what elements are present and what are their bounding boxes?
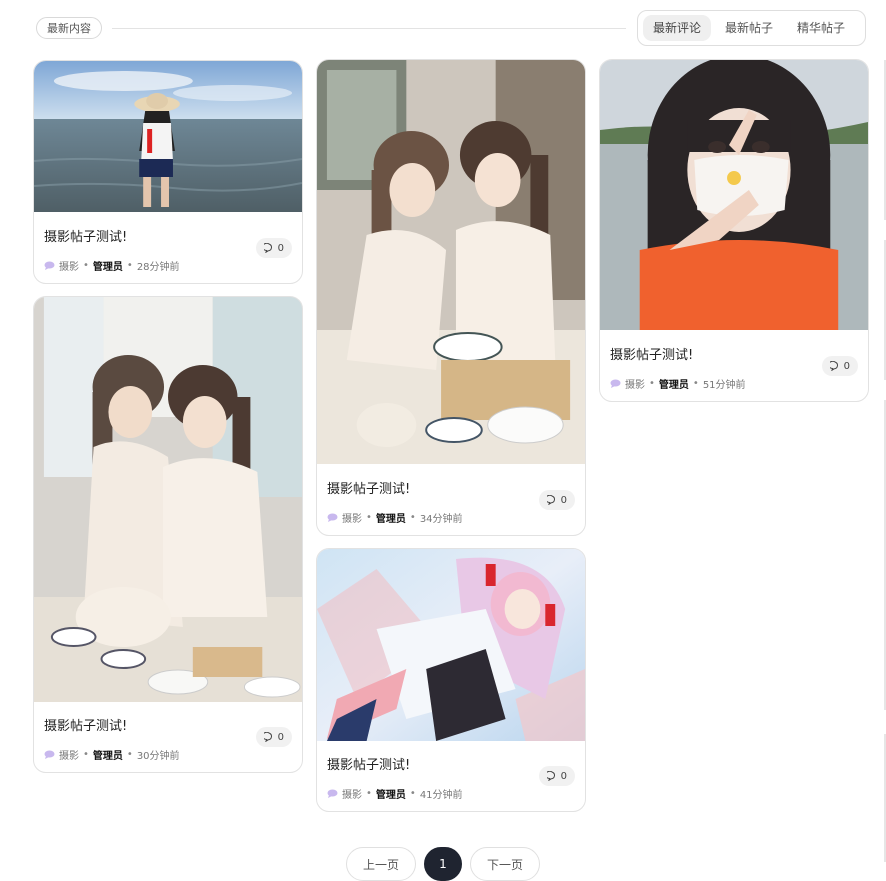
post-image[interactable] <box>34 61 302 212</box>
post-meta: 摄影 • 管理员 • 30分钟前 <box>44 747 180 762</box>
separator: • <box>83 260 89 271</box>
post-category[interactable]: 摄影 <box>625 376 645 391</box>
post-title[interactable]: 摄影帖子测试! <box>44 715 127 734</box>
post-author[interactable]: 管理员 <box>93 258 123 273</box>
comment-count[interactable]: 0 <box>538 490 575 510</box>
comment-count-value: 0 <box>277 242 284 254</box>
post-image[interactable] <box>34 297 302 702</box>
post-author[interactable]: 管理员 <box>376 786 406 801</box>
comment-count-value: 0 <box>560 770 567 782</box>
separator: • <box>126 260 133 271</box>
chat-bubble-icon <box>44 750 55 759</box>
comment-bubble-icon <box>829 361 838 371</box>
comment-count[interactable]: 0 <box>821 356 858 376</box>
post-card[interactable]: 摄影帖子测试! 0 摄影 • 管理员 • 34分钟前 <box>316 59 586 536</box>
post-time: 30分钟前 <box>136 751 180 762</box>
post-card[interactable]: 摄影帖子测试! 0 摄影 • 管理员 • 51分钟前 <box>599 59 869 402</box>
comment-bubble-icon <box>263 732 272 742</box>
post-card[interactable]: 摄影帖子测试! 0 摄影 • 管理员 • 30分钟前 <box>33 296 303 773</box>
separator: • <box>409 512 416 523</box>
comment-count[interactable]: 0 <box>538 766 575 786</box>
post-meta: 摄影 • 管理员 • 51分钟前 <box>610 376 746 391</box>
chat-bubble-icon <box>610 379 621 388</box>
post-category[interactable]: 摄影 <box>59 258 79 273</box>
separator: • <box>649 378 655 389</box>
post-card[interactable]: 摄影帖子测试! 0 摄影 • 管理员 • 41分钟前 <box>316 548 586 812</box>
chat-bubble-icon <box>327 789 338 798</box>
tab-latest-comments[interactable]: 最新评论 <box>643 15 712 41</box>
post-time: 34分钟前 <box>419 514 463 525</box>
post-meta: 摄影 • 管理员 • 28分钟前 <box>44 258 180 273</box>
tab-latest-posts[interactable]: 最新帖子 <box>715 15 783 41</box>
post-category[interactable]: 摄影 <box>59 747 79 762</box>
post-title[interactable]: 摄影帖子测试! <box>44 226 127 245</box>
chat-bubble-icon <box>44 261 55 270</box>
content-tabs: 最新评论 最新帖子 精华帖子 <box>637 10 866 46</box>
prev-page-button[interactable]: 上一页 <box>346 847 416 881</box>
comment-count[interactable]: 0 <box>255 238 292 258</box>
comment-bubble-icon <box>546 771 555 781</box>
header-divider <box>112 28 626 29</box>
chat-bubble-icon <box>327 513 338 522</box>
comment-count[interactable]: 0 <box>255 727 292 747</box>
next-page-button[interactable]: 下一页 <box>470 847 540 881</box>
comment-count-value: 0 <box>560 494 567 506</box>
tab-featured-posts[interactable]: 精华帖子 <box>787 15 855 41</box>
post-meta: 摄影 • 管理员 • 34分钟前 <box>327 510 463 525</box>
section-label: 最新内容 <box>36 17 102 39</box>
separator: • <box>366 512 372 523</box>
post-author[interactable]: 管理员 <box>659 376 689 391</box>
post-title[interactable]: 摄影帖子测试! <box>610 344 693 363</box>
post-category[interactable]: 摄影 <box>342 786 362 801</box>
post-title[interactable]: 摄影帖子测试! <box>327 754 410 773</box>
current-page-button[interactable]: 1 <box>424 847 462 881</box>
comment-count-value: 0 <box>843 360 850 372</box>
post-author[interactable]: 管理员 <box>376 510 406 525</box>
post-image[interactable] <box>600 60 868 330</box>
post-title[interactable]: 摄影帖子测试! <box>327 478 410 497</box>
post-image[interactable] <box>317 60 585 464</box>
separator: • <box>126 749 133 760</box>
separator: • <box>409 788 416 799</box>
post-category[interactable]: 摄影 <box>342 510 362 525</box>
separator: • <box>692 378 699 389</box>
post-time: 51分钟前 <box>702 380 746 391</box>
post-author[interactable]: 管理员 <box>93 747 123 762</box>
separator: • <box>83 749 89 760</box>
separator: • <box>366 788 372 799</box>
comment-count-value: 0 <box>277 731 284 743</box>
post-meta: 摄影 • 管理员 • 41分钟前 <box>327 786 463 801</box>
comment-bubble-icon <box>546 495 555 505</box>
post-image[interactable] <box>317 549 585 741</box>
comment-bubble-icon <box>263 243 272 253</box>
post-time: 28分钟前 <box>136 262 180 273</box>
post-time: 41分钟前 <box>419 790 463 801</box>
post-card[interactable]: 摄影帖子测试! 0 摄影 • 管理员 • 28分钟前 <box>33 60 303 284</box>
